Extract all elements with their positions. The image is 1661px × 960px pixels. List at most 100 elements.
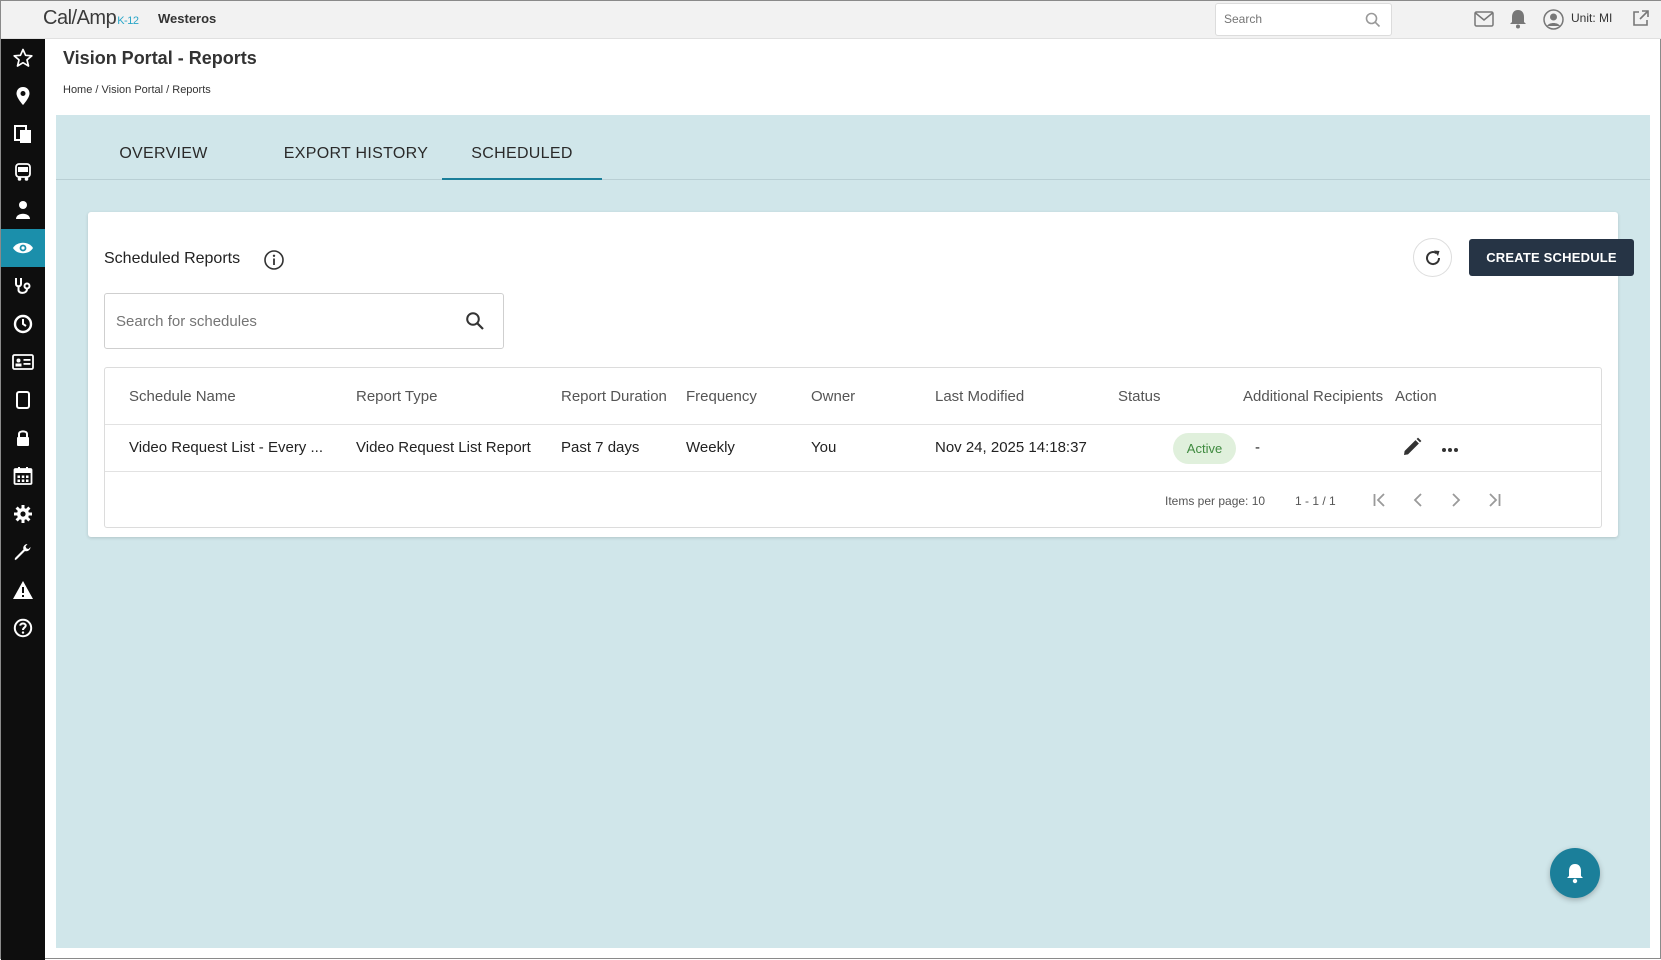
clock-icon [13,314,33,334]
refresh-icon [1425,250,1440,265]
next-page-button[interactable] [1444,488,1468,512]
unit-label[interactable]: Unit: MI [1571,11,1612,25]
cell-report-type: Video Request List Report [356,439,531,456]
stethoscope-icon [15,278,31,294]
column-header-frequency[interactable]: Frequency [686,388,757,405]
cell-schedule-name[interactable]: Video Request List - Every ... [129,439,323,456]
sidebar-item-security[interactable] [1,419,45,457]
bell-icon [1567,864,1583,884]
first-page-button[interactable] [1368,488,1392,512]
bus-icon [15,163,31,181]
id-card-icon [12,354,34,370]
sidebar-item-calendar[interactable] [1,457,45,495]
column-header-last-modified[interactable]: Last Modified [935,388,1024,405]
logo-sub-text: K-12 [117,15,139,27]
create-schedule-button[interactable]: CREATE SCHEDULE [1469,239,1634,276]
top-bar: Cal/AmpK-12 Westeros Unit: MI [1,1,1661,39]
search-icon[interactable] [1365,12,1381,33]
sidebar-item-transport[interactable] [1,153,45,191]
column-header-schedule-name[interactable]: Schedule Name [129,388,236,405]
edit-icon[interactable] [1402,437,1422,462]
calamp-logo: Cal/AmpK-12 [43,7,139,30]
sidebar-item-settings[interactable] [1,495,45,533]
breadcrumb-vision-portal[interactable]: Vision Portal [102,84,164,96]
more-options-icon[interactable] [1441,440,1459,458]
sidebar [1,39,45,960]
sidebar-item-id-cards[interactable] [1,343,45,381]
global-search-input[interactable] [1224,12,1364,26]
column-header-owner[interactable]: Owner [811,388,855,405]
schedule-search-input[interactable] [116,313,436,330]
breadcrumb-separator: / [163,84,173,96]
chevron-right-icon [1452,493,1461,507]
cell-frequency: Weekly [686,439,735,456]
student-icon [16,201,30,219]
map-pin-icon [16,87,30,105]
tablet-icon [16,391,30,409]
bell-icon[interactable] [1509,9,1527,34]
last-page-button[interactable] [1482,488,1506,512]
sidebar-item-locations[interactable] [1,77,45,115]
sidebar-item-vision[interactable] [1,229,45,267]
previous-page-button[interactable] [1406,488,1430,512]
mail-icon[interactable] [1474,11,1494,32]
schedules-table: Schedule Name Report Type Report Duratio… [104,367,1602,528]
org-name: Westeros [158,11,217,26]
sidebar-item-favorites[interactable] [1,39,45,77]
sidebar-item-devices[interactable] [1,381,45,419]
column-header-report-type[interactable]: Report Type [356,388,437,405]
calendar-icon [13,467,33,485]
cell-owner: You [811,439,837,456]
star-icon [13,48,33,67]
logo-text: Cal/Amp [43,7,117,29]
chevron-left-icon [1413,493,1422,507]
content-area: OVERVIEW EXPORT HISTORY SCHEDULED Schedu… [56,115,1650,948]
schedule-search[interactable] [104,293,504,349]
sidebar-item-documents[interactable] [1,115,45,153]
documents-icon [14,125,31,143]
items-per-page-label[interactable]: Items per page: 10 [1165,494,1265,508]
cell-report-duration: Past 7 days [561,439,640,456]
report-tabs: OVERVIEW EXPORT HISTORY SCHEDULED [56,115,1650,180]
page-range-label: 1 - 1 / 1 [1295,494,1336,508]
sidebar-item-help[interactable] [1,609,45,647]
tab-overview[interactable]: OVERVIEW [101,145,226,180]
sidebar-item-history[interactable] [1,305,45,343]
cell-additional-recipients: - [1255,439,1260,456]
external-link-icon[interactable] [1631,9,1650,33]
header-divider [105,424,1601,425]
breadcrumb-reports: Reports [172,84,211,96]
first-page-icon [1373,493,1385,507]
sidebar-item-health[interactable] [1,267,45,305]
info-icon[interactable] [263,249,285,276]
tab-scheduled[interactable]: SCHEDULED [442,145,602,180]
breadcrumb-separator: / [92,84,102,96]
breadcrumb: Home / Vision Portal / Reports [63,84,211,96]
eye-icon [13,242,33,254]
column-header-report-duration[interactable]: Report Duration [561,388,667,405]
scheduled-reports-card: Scheduled Reports CREATE SCHEDULE Schedu… [88,212,1634,537]
gear-icon [14,505,32,523]
notifications-fab[interactable] [1550,848,1600,898]
warning-icon [13,581,33,599]
column-header-status[interactable]: Status [1118,388,1161,405]
sidebar-item-tools[interactable] [1,533,45,571]
page-title: Vision Portal - Reports [63,48,257,68]
lock-icon [17,430,29,446]
cell-last-modified: Nov 24, 2025 14:18:37 [935,439,1087,456]
column-header-additional-recipients: Additional Recipients [1243,388,1384,405]
app-window: Cal/AmpK-12 Westeros Unit: MI [0,0,1661,960]
sidebar-item-alerts[interactable] [1,571,45,609]
column-header-action: Action [1395,388,1437,405]
user-avatar-icon[interactable] [1543,9,1564,35]
wrench-icon [14,544,31,561]
search-icon[interactable] [465,311,485,336]
help-icon [13,618,33,638]
sidebar-item-students[interactable] [1,191,45,229]
breadcrumb-home[interactable]: Home [63,84,92,96]
card-title: Scheduled Reports [104,250,241,267]
refresh-button[interactable] [1413,238,1452,277]
global-search[interactable] [1215,3,1392,36]
tab-export-history[interactable]: EXPORT HISTORY [266,145,446,180]
status-badge: Active [1173,433,1236,464]
